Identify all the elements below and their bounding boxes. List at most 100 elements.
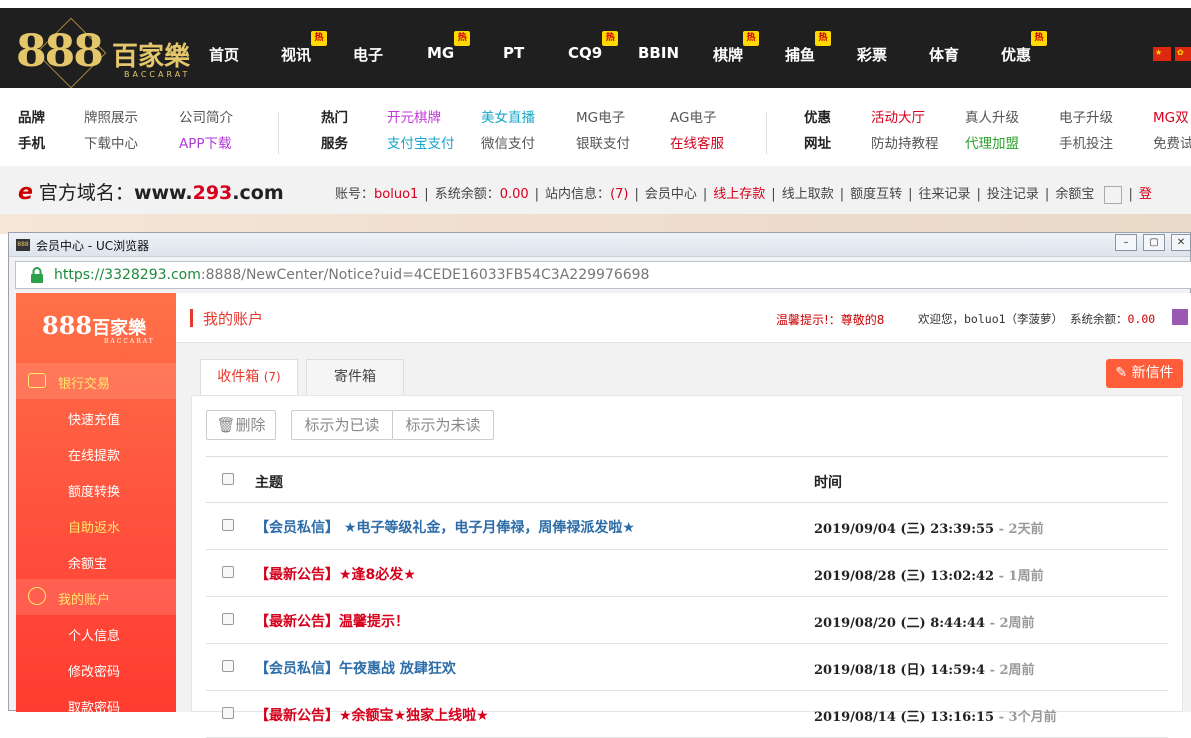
window-title: 会员中心 - UC浏览器 — [36, 239, 150, 253]
sub-navigation: 品牌 手机 牌照展示 公司简介 下载中心 APP下载 热门 服务 开元棋牌 美女… — [0, 88, 1191, 166]
sidebar-item-yuebao[interactable]: 余额宝 — [68, 553, 107, 572]
site-logo[interactable]: 888 百家樂 BACCARAT — [16, 17, 201, 89]
message-ago: - 1周前 — [998, 569, 1044, 584]
messages-label: 站内信息： — [545, 187, 611, 202]
subnav-agent-link[interactable]: 代理加盟 — [965, 132, 1019, 152]
sidebar-group-banking[interactable]: 银行交易 — [16, 363, 176, 399]
sidebar-item-profile[interactable]: 个人信息 — [68, 625, 120, 644]
subnav-about-link[interactable]: 公司简介 — [179, 106, 233, 126]
sidebar-item-withdraw[interactable]: 在线提款 — [68, 445, 120, 464]
subnav-anti-hijack-link[interactable]: 防劫持教程 — [871, 132, 939, 152]
subnav-mg-double-link[interactable]: MG双 — [1153, 106, 1189, 126]
maximize-icon[interactable]: ▢ — [1143, 234, 1165, 251]
subnav-unionpay-link[interactable]: 银联支付 — [576, 132, 630, 152]
sidebar-logo[interactable]: 888百家樂 BACCARAT — [42, 311, 153, 345]
url-text[interactable]: https://3328293.com:8888/NewCenter/Notic… — [54, 267, 649, 283]
nav-slots[interactable]: 电子 — [353, 44, 383, 65]
message-subject[interactable]: 【最新公告】温馨提示！ — [255, 611, 409, 631]
row-checkbox[interactable] — [222, 660, 234, 672]
row-checkbox[interactable] — [222, 519, 234, 531]
subnav-kaiyuan-link[interactable]: 开元棋牌 — [387, 106, 441, 126]
subnav-events-link[interactable]: 活动大厅 — [871, 106, 925, 126]
nav-home[interactable]: 首页 — [209, 44, 239, 65]
domain-number: 293 — [192, 182, 233, 204]
subnav-app-link[interactable]: APP下载 — [179, 132, 232, 152]
table-row[interactable]: 【最新公告】★余额宝★独家上线啦★ 2019/08/14 (三) 13:16:1… — [206, 691, 1168, 738]
mark-read-button[interactable]: 标示为已读 — [291, 410, 393, 440]
message-subject[interactable]: 【最新公告】★余额宝★独家上线啦★ — [255, 705, 489, 725]
nav-cq9[interactable]: CQ9 热 — [568, 31, 619, 62]
flag-cn-icon[interactable]: ★ — [1153, 47, 1171, 61]
subnav-mobile-bet-link[interactable]: 手机投注 — [1059, 132, 1113, 152]
notice-ticker[interactable]: 温馨提示!：尊敬的8 — [776, 311, 884, 328]
table-row[interactable]: 【最新公告】温馨提示！ 2019/08/20 (二) 8:44:44 - 2周前 — [206, 597, 1168, 644]
subnav-alipay-link[interactable]: 支付宝支付 — [387, 132, 455, 152]
tab-inbox[interactable]: 收件箱 (7) — [200, 359, 298, 395]
account-name: boluo1 — [374, 187, 419, 202]
tab-outbox[interactable]: 寄件箱 — [306, 359, 404, 395]
row-checkbox[interactable] — [222, 707, 234, 719]
content-header: 我的账户 温馨提示!：尊敬的8 欢迎您，boluo1（李菠萝） 系统余额：0.0… — [176, 293, 1191, 343]
new-mail-button[interactable]: ✎ 新信件 — [1106, 359, 1183, 388]
nav-pt[interactable]: PT — [503, 44, 524, 62]
online-withdraw-link[interactable]: 线上取款 — [782, 187, 834, 202]
user-icon — [28, 587, 46, 605]
nav-sports[interactable]: 体育 — [929, 44, 959, 65]
subnav-slots-upgrade-link[interactable]: 电子升级 — [1059, 106, 1113, 126]
hot-badge: 热 — [454, 31, 471, 46]
nav-lottery[interactable]: 彩票 — [857, 44, 887, 65]
subnav-license-link[interactable]: 牌照展示 — [84, 106, 138, 126]
subnav-live-upgrade-link[interactable]: 真人升级 — [965, 106, 1019, 126]
row-checkbox[interactable] — [222, 566, 234, 578]
login-link[interactable]: 登 — [1139, 187, 1152, 202]
select-all-checkbox[interactable] — [222, 473, 234, 485]
table-row[interactable]: 【会员私信】午夜惠战 放肆狂欢 2019/08/18 (日) 14:59:4 -… — [206, 644, 1168, 691]
online-deposit-link[interactable]: 线上存款 — [713, 187, 765, 202]
table-row[interactable]: 【会员私信】 ★电子等级礼金，电子月俸禄，周俸禄派发啦★ 2019/09/04 … — [206, 503, 1168, 550]
nav-mg[interactable]: MG 热 — [427, 31, 471, 62]
transfer-link[interactable]: 额度互转 — [850, 187, 902, 202]
sidebar-group-account[interactable]: 我的账户 — [16, 579, 176, 615]
sidebar-item-rebate[interactable]: 自助返水 — [68, 517, 120, 536]
nav-chess[interactable]: 棋牌热 — [713, 31, 760, 65]
message-subject[interactable]: 【最新公告】★逢8必发★ — [255, 564, 416, 584]
row-checkbox[interactable] — [222, 613, 234, 625]
subnav-download-link[interactable]: 下载中心 — [84, 132, 138, 152]
delete-button[interactable]: 🗑删除 — [206, 410, 276, 440]
subnav-support-link[interactable]: 在线客服 — [670, 132, 724, 152]
flag-hk-icon[interactable]: ✿ — [1175, 47, 1191, 61]
nav-bbin[interactable]: BBIN — [638, 44, 679, 62]
sidebar-item-quick-deposit[interactable]: 快速充值 — [68, 409, 120, 428]
mark-unread-button[interactable]: 标示为未读 — [392, 410, 494, 440]
nav-live[interactable]: 视讯热 — [281, 31, 328, 65]
nav-fishing[interactable]: 捕鱼热 — [785, 31, 832, 65]
subnav-wechat-link[interactable]: 微信支付 — [481, 132, 535, 152]
history-link[interactable]: 往来记录 — [919, 187, 971, 202]
subnav-mg-slots-link[interactable]: MG电子 — [576, 106, 625, 126]
sidebar-item-change-password[interactable]: 修改密码 — [68, 661, 120, 680]
subnav-free-trial-link[interactable]: 免费试 — [1153, 132, 1191, 152]
nav-promo[interactable]: 优惠热 — [1001, 31, 1048, 65]
title-accent — [190, 309, 193, 327]
message-subject[interactable]: 【会员私信】 ★电子等级礼金，电子月俸禄，周俸禄派发啦★ — [255, 517, 635, 537]
message-subject[interactable]: 【会员私信】午夜惠战 放肆狂欢 — [255, 658, 456, 678]
color-block[interactable] — [1172, 309, 1188, 325]
sidebar-item-transfer[interactable]: 额度转换 — [68, 481, 120, 500]
subnav-live-girl-link[interactable]: 美女直播 — [481, 106, 535, 126]
subnav-ag-slots-link[interactable]: AG电子 — [670, 106, 716, 126]
close-icon[interactable]: ✕ — [1171, 234, 1191, 251]
main-content: 我的账户 温馨提示!：尊敬的8 欢迎您，boluo1（李菠萝） 系统余额：0.0… — [176, 293, 1191, 738]
table-row[interactable]: 【最新公告】★逢8必发★ 2019/08/28 (三) 13:02:42 - 1… — [206, 550, 1168, 597]
window-titlebar[interactable]: 888 会员中心 - UC浏览器 – ▢ ✕ — [9, 233, 1191, 257]
member-center-link[interactable]: 会员中心 — [645, 187, 697, 202]
message-ago: - 2天前 — [998, 522, 1044, 537]
messages-count[interactable]: (7) — [610, 187, 628, 202]
logo-english: BACCARAT — [124, 70, 191, 79]
sidebar-item-withdraw-password[interactable]: 取款密码 — [68, 697, 120, 716]
address-bar[interactable]: https://3328293.com:8888/NewCenter/Notic… — [15, 261, 1191, 289]
yuebao-link[interactable]: 余额宝 — [1055, 187, 1094, 202]
nav-live-label: 视讯 — [281, 46, 312, 64]
subnav-divider — [278, 112, 279, 154]
bet-records-link[interactable]: 投注记录 — [987, 187, 1039, 202]
minimize-icon[interactable]: – — [1115, 234, 1137, 251]
